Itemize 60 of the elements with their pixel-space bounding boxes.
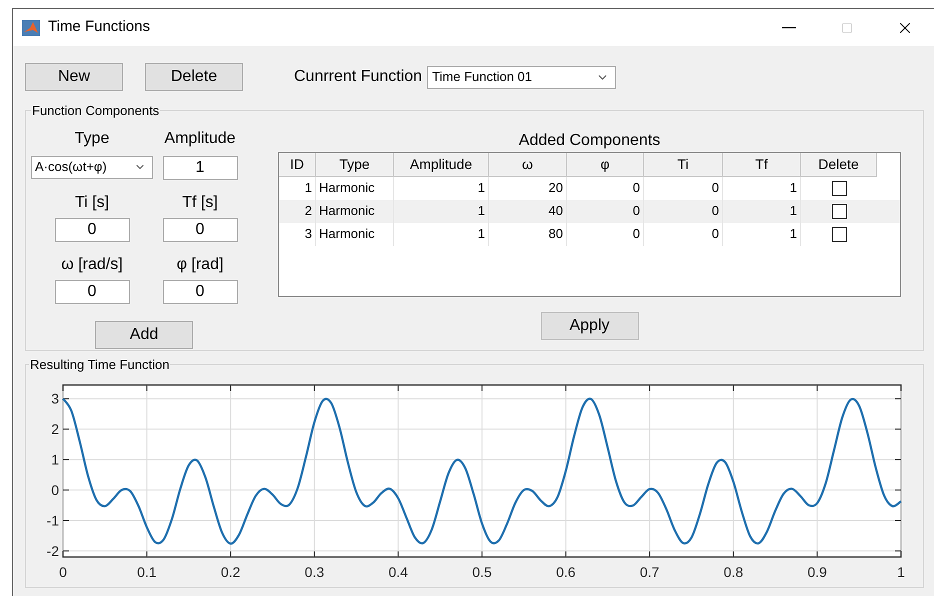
- field-label: ω [rad/s]: [61, 254, 123, 274]
- apply-button: Apply: [540, 312, 638, 340]
- input-field[interactable]: 0: [162, 280, 238, 304]
- column-header: Ti: [644, 152, 723, 176]
- panel-title: Function Components: [31, 102, 160, 120]
- column-header: Amplitude: [394, 152, 489, 176]
- table-cell: Harmonic: [316, 222, 394, 246]
- table-cell: 0: [567, 222, 644, 246]
- y-tick-label: 2: [51, 420, 59, 437]
- table-cell: 80: [489, 222, 567, 246]
- y-tick-label: -1: [46, 512, 59, 528]
- minimize-icon: [782, 26, 796, 28]
- delete-checkbox[interactable]: [832, 226, 846, 242]
- field-label: Type: [74, 128, 110, 148]
- input-field[interactable]: 1: [162, 156, 238, 180]
- x-tick-label: 0: [59, 564, 67, 580]
- field-label: Tf [s]: [182, 192, 218, 212]
- delete-button[interactable]: Delete: [145, 63, 243, 91]
- add-button[interactable]: Add: [95, 320, 193, 348]
- field-label: Ti [s]: [74, 192, 110, 212]
- current-function-label: Cunrrent Function: [294, 67, 422, 87]
- x-tick-label: 0.9: [807, 564, 827, 580]
- y-tick-label: 0: [51, 482, 59, 498]
- new-button[interactable]: New: [25, 63, 123, 91]
- x-tick-label: 0.3: [304, 564, 324, 580]
- table-cell: 1: [723, 222, 801, 246]
- field-label: φ [rad]: [176, 254, 224, 274]
- x-tick-label: 0.8: [724, 564, 744, 580]
- field-label: Amplitude: [164, 128, 236, 148]
- app-icon: [22, 20, 40, 36]
- y-tick-label: -2: [46, 542, 59, 558]
- column-header: ID: [279, 152, 316, 176]
- column-header: ω: [489, 152, 567, 176]
- input-field[interactable]: 0: [54, 218, 130, 242]
- table-cell: 0: [644, 222, 723, 246]
- x-tick-label: 0.6: [556, 564, 576, 580]
- type-dropdown[interactable]: A·cos(ωt+φ): [31, 156, 153, 178]
- window-title: Time Functions: [48, 17, 151, 38]
- y-tick-label: 3: [51, 390, 59, 406]
- column-header: Delete: [801, 152, 877, 176]
- delete-checkbox[interactable]: [832, 204, 846, 218]
- delete-checkbox[interactable]: [832, 180, 846, 196]
- table-cell: 1: [394, 222, 489, 246]
- y-tick-label: 1: [51, 451, 59, 468]
- maximize-icon: [841, 22, 853, 34]
- x-tick-label: 0.5: [472, 564, 492, 580]
- input-field[interactable]: 0: [162, 218, 238, 242]
- x-tick-label: 0.1: [137, 564, 157, 580]
- x-tick-label: 0.2: [220, 564, 240, 580]
- column-header: Type: [316, 152, 394, 176]
- function-dropdown[interactable]: Time Function 01: [427, 66, 616, 88]
- panel-title: Resulting Time Function: [29, 356, 170, 374]
- table-cell: 3: [279, 222, 316, 246]
- table-title: Added Components: [518, 130, 660, 150]
- x-tick-label: 0.4: [388, 564, 408, 580]
- x-tick-label: 0.7: [640, 564, 660, 580]
- column-header: φ: [567, 152, 644, 176]
- column-header: Tf: [723, 152, 801, 176]
- x-tick-label: 1: [897, 564, 905, 580]
- input-field[interactable]: 0: [54, 280, 130, 304]
